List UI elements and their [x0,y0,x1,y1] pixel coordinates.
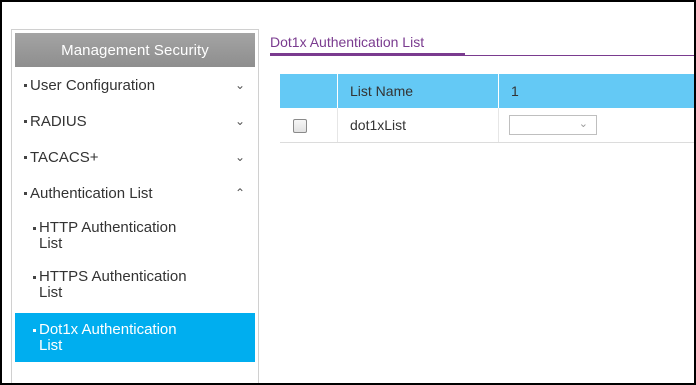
page-title: Dot1x Authentication List [270,34,425,50]
bullet-icon [24,191,27,195]
row-select-cell: ⌄ [498,108,694,143]
sidebar-item-authentication-list[interactable]: Authentication List ⌃ [12,175,258,211]
bullet-icon [24,119,27,123]
sidebar-subitem-label-cont: List [39,284,63,301]
sidebar-nav: Management Security User Configuration ⌄… [11,29,259,383]
sidebar-item-label: User Configuration [30,76,156,94]
bullet-icon [33,275,36,279]
chevron-down-icon[interactable]: ⌄ [234,150,246,164]
sidebar-subitem-label-cont: List [39,337,63,354]
window-frame: Management Security User Configuration ⌄… [0,0,696,385]
chevron-up-icon[interactable]: ⌃ [234,186,246,200]
sidebar-subitem-label: HTTPS Authentication [39,268,187,285]
table-header-row: List Name 1 [280,74,694,108]
bullet-icon [24,155,27,159]
header-select-column [280,74,338,108]
sidebar-item-radius[interactable]: RADIUS ⌄ [12,103,258,139]
sidebar-subitem-label-cont: List [39,235,63,252]
sidebar-subitem-https-authentication-list[interactable]: HTTPS Authentication List [12,260,258,309]
sidebar-item-label: TACACS+ [30,148,99,166]
sidebar-item-label: Authentication List [30,184,153,202]
bullet-icon [24,83,27,87]
chevron-down-icon[interactable]: ⌄ [234,114,246,128]
header-column-1: 1 [498,74,694,108]
sidebar-subitem-label: HTTP Authentication [39,219,177,236]
sidebar-item-user-configuration[interactable]: User Configuration ⌄ [12,67,258,103]
sidebar-subitem-http-authentication-list[interactable]: HTTP Authentication List [12,211,258,260]
header-list-name: List Name [337,74,499,108]
chevron-down-icon: ⌄ [578,118,588,130]
sidebar-subitem-dot1x-authentication-list[interactable]: Dot1x Authentication List [15,313,255,362]
title-underline [270,53,465,56]
sidebar-header: Management Security [15,33,255,67]
bullet-icon [33,328,36,332]
bullet-icon [33,226,36,230]
row-list-name: dot1xList [337,108,499,143]
table-row: dot1xList ⌄ [280,108,694,143]
sidebar-item-label: RADIUS [30,112,87,130]
method-select[interactable]: ⌄ [509,115,597,135]
sidebar-subitem-label: Dot1x Authentication [39,321,177,338]
row-checkbox-cell [280,108,338,143]
sidebar-item-tacacs[interactable]: TACACS+ ⌄ [12,139,258,175]
chevron-down-icon[interactable]: ⌄ [234,78,246,92]
authentication-list-table: List Name 1 dot1xList ⌄ [280,74,694,143]
row-checkbox[interactable] [293,119,307,134]
